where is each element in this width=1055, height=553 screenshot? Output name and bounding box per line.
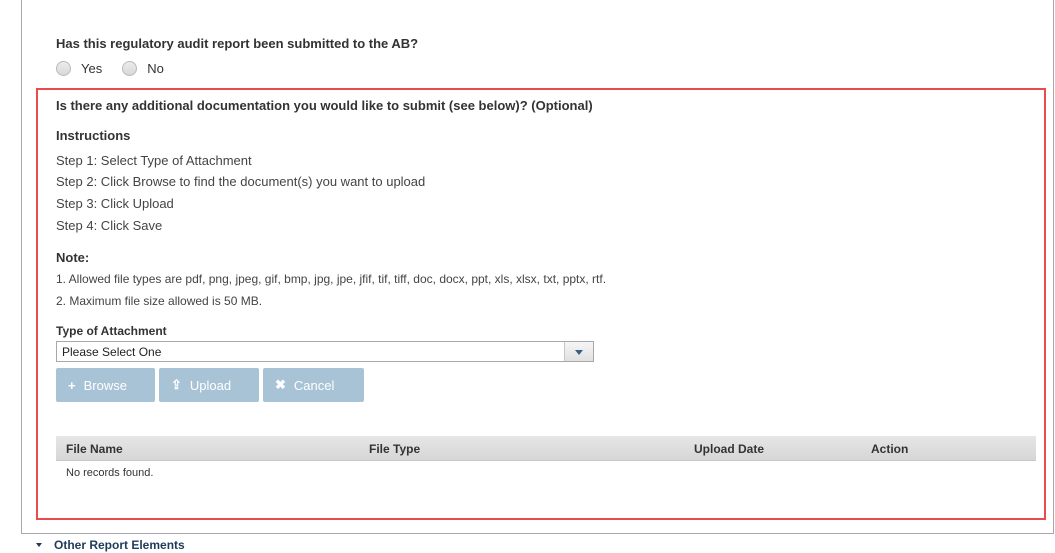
browse-label: Browse [83, 377, 127, 393]
column-header-file-type[interactable]: File Type [369, 442, 420, 456]
radio-yes-label[interactable]: Yes [81, 61, 102, 76]
note-max-size: 2. Maximum file size allowed is 50 MB. [56, 294, 263, 308]
other-report-elements-toggle[interactable]: Other Report Elements [36, 538, 185, 552]
upload-button[interactable]: ⇪ Upload [159, 368, 259, 402]
instruction-step: Step 2: Click Browse to find the documen… [56, 174, 426, 189]
browse-button[interactable]: + Browse [56, 368, 155, 402]
instruction-step: Step 1: Select Type of Attachment [56, 153, 252, 168]
column-header-action[interactable]: Action [871, 442, 908, 456]
instruction-step: Step 4: Click Save [56, 218, 163, 233]
radio-no-label[interactable]: No [147, 61, 164, 76]
attachment-type-label: Type of Attachment [56, 324, 167, 338]
submitted-question: Has this regulatory audit report been su… [56, 36, 419, 51]
close-icon: ✖ [275, 377, 286, 392]
attachments-table-header: File Name File Type Upload Date Action [56, 436, 1036, 461]
empty-table-message: No records found. [66, 467, 154, 479]
upload-label: Upload [189, 377, 232, 393]
note-file-types: 1. Allowed file types are pdf, png, jpeg… [56, 272, 607, 286]
note-heading: Note: [56, 250, 90, 265]
attachment-type-select[interactable]: Please Select One [56, 341, 594, 362]
dropdown-toggle[interactable] [564, 342, 593, 361]
column-header-upload-date[interactable]: Upload Date [694, 442, 764, 456]
column-header-file-name[interactable]: File Name [66, 442, 123, 456]
caret-down-icon [36, 543, 42, 547]
radio-yes[interactable] [56, 61, 71, 76]
cancel-label: Cancel [293, 377, 335, 393]
submitted-radio-group: Yes No [56, 61, 184, 76]
chevron-down-icon [575, 350, 583, 355]
radio-option-yes[interactable]: Yes [56, 61, 102, 76]
radio-no[interactable] [122, 61, 138, 76]
plus-icon: + [68, 377, 76, 393]
upload-icon: ⇪ [171, 377, 182, 392]
cancel-button[interactable]: ✖ Cancel [263, 368, 364, 402]
other-report-elements-label[interactable]: Other Report Elements [54, 538, 185, 552]
instructions-heading: Instructions [56, 128, 131, 143]
instruction-step: Step 3: Click Upload [56, 196, 174, 211]
attachment-type-value: Please Select One [62, 345, 162, 359]
radio-option-no[interactable]: No [122, 61, 164, 76]
additional-docs-title: Is there any additional documentation yo… [56, 98, 593, 113]
